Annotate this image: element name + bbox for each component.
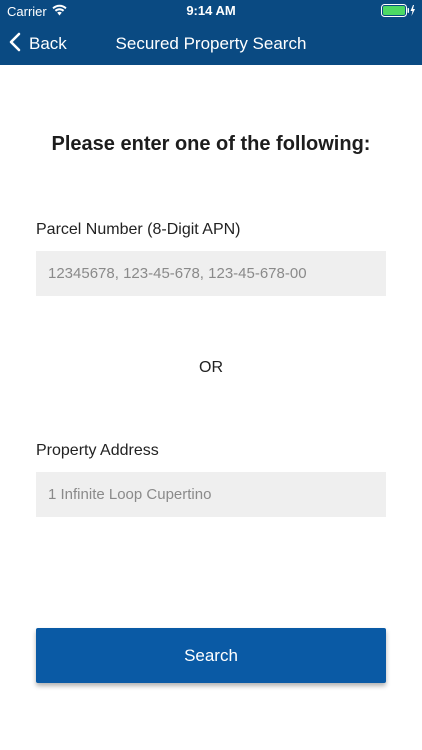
- battery-icon: [381, 4, 417, 20]
- app-header: Carrier 9:14 AM Back Secured Property Se…: [0, 0, 422, 65]
- or-separator: OR: [199, 359, 223, 376]
- status-time: 9:14 AM: [186, 3, 236, 18]
- parcel-number-input[interactable]: [36, 251, 386, 296]
- parcel-number-label: Parcel Number (8-Digit APN): [36, 221, 241, 238]
- property-address-label: Property Address: [36, 442, 159, 459]
- property-address-input[interactable]: [36, 472, 386, 517]
- instructions-heading: Please enter one of the following:: [51, 133, 371, 155]
- navigation-bar: Back Secured Property Search: [0, 22, 422, 65]
- page-title: Secured Property Search: [115, 34, 307, 53]
- status-bar: Carrier 9:14 AM: [0, 0, 422, 22]
- search-button[interactable]: Search: [36, 628, 386, 683]
